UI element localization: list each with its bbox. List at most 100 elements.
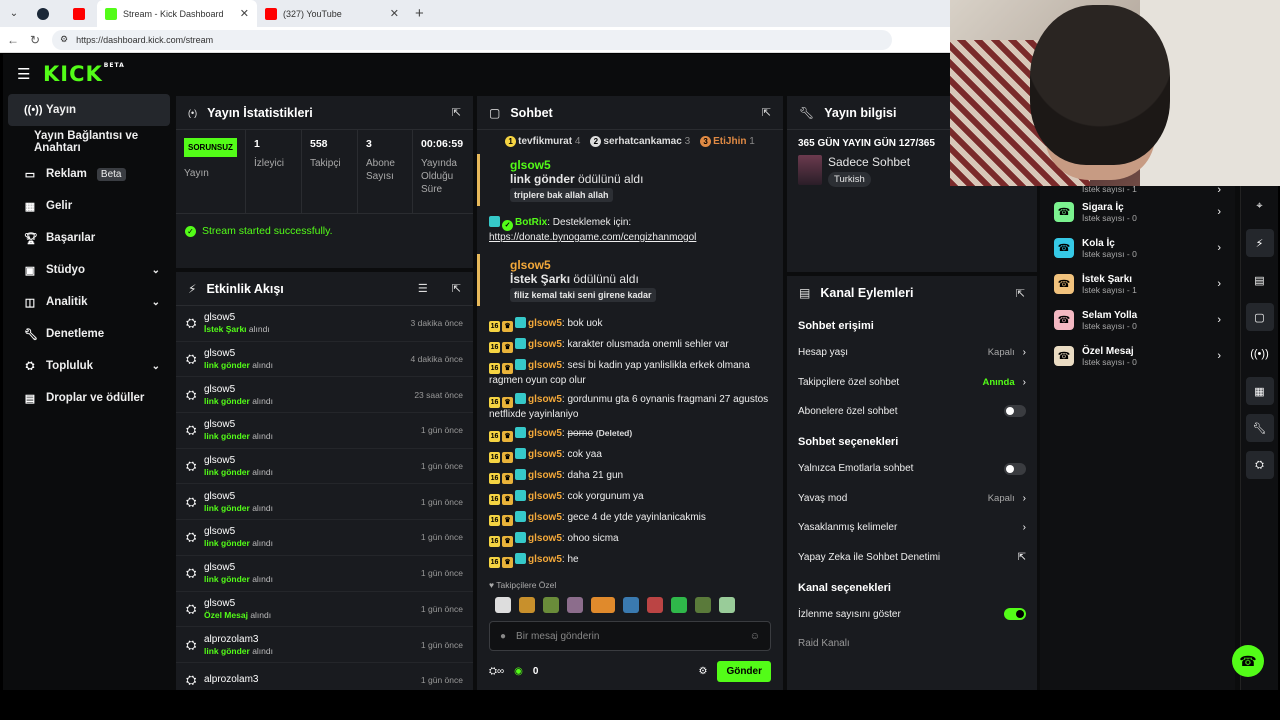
pinned-tab-steam[interactable]	[25, 0, 61, 27]
tab-search-icon[interactable]: ⌄	[3, 4, 25, 24]
wrench-icon[interactable]: 🔧︎	[1245, 414, 1274, 442]
filter-icon[interactable]: ☰	[418, 282, 428, 295]
tab-kick-dashboard[interactable]: Stream - Kick Dashboard ✕	[97, 0, 257, 27]
chat-username[interactable]: glsow5	[528, 512, 562, 523]
event-user[interactable]: glsow5	[204, 419, 273, 431]
event-user[interactable]: glsow5	[204, 455, 273, 467]
sidebar-item-community[interactable]: ⛭ Topluluk ⌄	[8, 350, 170, 382]
banned-words-setting[interactable]: Yasaklanmış kelimeler ›	[787, 513, 1037, 542]
popout-icon[interactable]: ⇱	[1016, 287, 1025, 300]
emote-only-toggle[interactable]	[1004, 462, 1026, 475]
sidebar-item-stream[interactable]: ((•)) Yayın	[8, 94, 170, 126]
chat-icon[interactable]: ▢	[1245, 303, 1274, 331]
settings-gear-icon[interactable]: ⚙	[698, 666, 707, 677]
chat-username[interactable]: glsow5	[528, 394, 562, 405]
chat-username[interactable]: glsow5	[528, 554, 562, 565]
new-tab-icon[interactable]: +	[415, 5, 424, 22]
mod-tool-icon[interactable]: ●	[500, 631, 506, 642]
chat-username[interactable]: glsow5	[528, 339, 562, 350]
chat-username[interactable]: glsow5	[528, 360, 562, 371]
site-info-icon[interactable]: ⚙	[60, 34, 68, 45]
chat-username[interactable]: glsow5	[528, 470, 562, 481]
community-icon[interactable]: ⛭∞	[489, 666, 504, 677]
event-user[interactable]: glsow5	[204, 598, 271, 610]
chat-username[interactable]: glsow5	[510, 258, 551, 272]
sidebar-item-ads[interactable]: ▭ Reklam Beta	[8, 158, 170, 190]
document-icon[interactable]: ▤	[1246, 266, 1274, 294]
stream-stats-panel: (•) Yayın İstatistikleri ⇱ SORUNSUZ Yayın 1…	[176, 96, 473, 268]
reload-icon[interactable]: ↻	[26, 33, 44, 47]
emote-icon[interactable]	[495, 597, 511, 613]
popout-icon[interactable]: ⇱	[762, 106, 771, 119]
chat-username[interactable]: glsow5	[528, 533, 562, 544]
tab-youtube[interactable]: (327) YouTube ✕	[257, 0, 407, 27]
emote-icon[interactable]	[543, 597, 559, 613]
event-user[interactable]: glsow5	[204, 312, 270, 324]
gifter[interactable]: 2 serhatcankamac 3	[590, 135, 690, 147]
popout-icon[interactable]: ⇱	[452, 106, 461, 119]
donate-link[interactable]: https://donate.bynogame.com/cengizhanmog…	[489, 232, 696, 243]
chat-username[interactable]: glsow5	[528, 449, 562, 460]
chat-username[interactable]: BotRix	[515, 217, 547, 228]
menu-icon[interactable]: ☰	[17, 65, 37, 83]
sidebar-item-studio[interactable]: ▣ Stüdyo ⌄	[8, 254, 170, 286]
chat-input[interactable]: ● Bir mesaj gönderin ☺	[489, 621, 771, 651]
close-tab-icon[interactable]: ✕	[390, 7, 399, 20]
kick-logo[interactable]: KICKBETA	[43, 62, 125, 86]
event-user[interactable]: glsow5	[204, 562, 273, 574]
gifter[interactable]: 1 tevfikmurat 4	[505, 135, 580, 147]
lightning-icon[interactable]: ⚡︎	[1245, 229, 1274, 257]
chat-username[interactable]: glsow5	[510, 158, 551, 172]
sidebar-item-drops[interactable]: ▤ Droplar ve ödüller	[8, 382, 170, 414]
popout-icon[interactable]: ⇱	[452, 282, 461, 295]
pinned-tab-youtube[interactable]	[61, 0, 97, 27]
slow-mode-setting[interactable]: Yavaş mod Kapalı ›	[787, 484, 1037, 513]
emote-icon[interactable]	[519, 597, 535, 613]
sidebar-item-moderation[interactable]: 🔧︎ Denetleme	[8, 318, 170, 350]
chat-username[interactable]: glsow5	[528, 428, 562, 439]
event-user[interactable]: glsow5	[204, 491, 273, 503]
raid-channel-setting[interactable]: Raid Kanalı	[787, 629, 1037, 658]
emote-icon[interactable]	[591, 597, 615, 613]
scan-icon[interactable]: ⌖	[1246, 192, 1274, 220]
close-tab-icon[interactable]: ✕	[240, 7, 249, 20]
send-button[interactable]: Gönder	[717, 660, 771, 682]
followers-chat-setting[interactable]: Takipçilere özel sohbet Anında ›	[787, 367, 1037, 396]
url-field[interactable]: ⚙ https://dashboard.kick.com/stream	[52, 29, 892, 50]
event-user[interactable]: glsow5	[204, 348, 273, 360]
reward-item[interactable]: ☎ İstek Şarkı İstek sayısı - 1 ›	[1040, 266, 1235, 302]
chat-username[interactable]: glsow5	[528, 491, 562, 502]
emote-icon[interactable]	[647, 597, 663, 613]
broadcast-icon[interactable]: ((•))	[1246, 340, 1274, 368]
event-user[interactable]: alprozolam3	[204, 634, 273, 646]
account-age-setting[interactable]: Hesap yaşı Kapalı ›	[787, 338, 1037, 367]
points-icon[interactable]: ◉	[514, 666, 523, 677]
chat-username[interactable]: glsow5	[528, 318, 562, 329]
emote-icon[interactable]	[695, 597, 711, 613]
channel-actions-icon[interactable]: ▦	[1245, 377, 1274, 405]
sidebar-item-revenue[interactable]: ▦ Gelir	[8, 190, 170, 222]
back-icon[interactable]: ←	[4, 33, 22, 47]
gifter[interactable]: 3 EtiJhin 1	[700, 135, 755, 147]
sidebar-item-stream-key[interactable]: Yayın Bağlantısı ve Anahtarı	[8, 126, 170, 158]
emote-icon[interactable]	[719, 597, 735, 613]
reward-item[interactable]: ☎ Kola İç İstek sayısı - 0 ›	[1040, 230, 1235, 266]
event-user[interactable]: alprozolam3	[204, 674, 258, 686]
help-icon[interactable]: ☎	[1232, 645, 1264, 677]
sidebar-item-analytics[interactable]: ◫ Analitik ⌄	[8, 286, 170, 318]
event-item: ⛭ glsow5 İstek Şarkı alındı 3 dakika önce	[176, 306, 473, 342]
reward-item[interactable]: ☎ Selam Yolla İstek sayısı - 0 ›	[1040, 302, 1235, 338]
emoji-icon[interactable]: ☺	[750, 631, 760, 642]
sidebar-item-achievements[interactable]: 🏆︎ Başarılar	[8, 222, 170, 254]
emote-icon[interactable]	[567, 597, 583, 613]
event-user[interactable]: glsow5	[204, 526, 273, 538]
reward-item[interactable]: ☎ Sigara İç İstek sayısı - 0 ›	[1040, 194, 1235, 230]
show-views-toggle[interactable]	[1004, 608, 1026, 621]
reward-item[interactable]: ☎ Özel Mesaj İstek sayısı - 0 ›	[1040, 338, 1235, 374]
ai-moderation-setting[interactable]: Yapay Zeka ile Sohbet Denetimi ⇱	[787, 542, 1037, 571]
emote-icon[interactable]	[671, 597, 687, 613]
community-icon[interactable]: ⛭	[1245, 451, 1274, 479]
event-user[interactable]: glsow5	[204, 384, 273, 396]
subs-chat-toggle[interactable]	[1004, 405, 1026, 418]
emote-icon[interactable]	[623, 597, 639, 613]
